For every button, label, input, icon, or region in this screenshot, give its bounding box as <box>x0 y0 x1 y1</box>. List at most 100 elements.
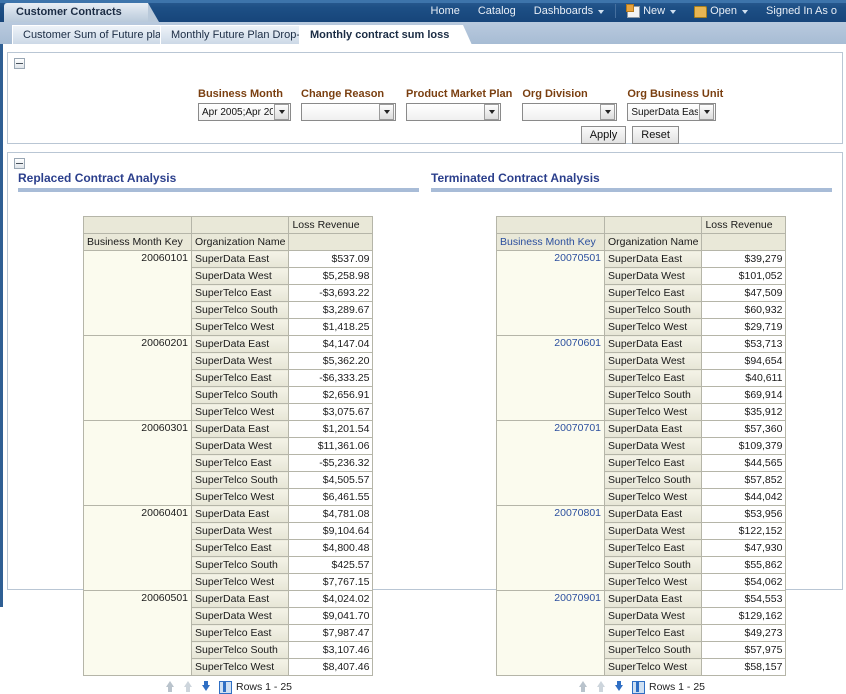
cell-loss-revenue: $57,975 <box>702 642 786 659</box>
cell-loss-revenue: $58,157 <box>702 659 786 676</box>
next-page-icon[interactable] <box>200 680 213 693</box>
prompt-org-division-label: Org Division <box>522 88 617 100</box>
cell-organization-name: SuperTelco West <box>192 404 289 421</box>
cell-business-month-key: 20060101 <box>84 251 192 336</box>
previous-page-icon[interactable] <box>595 680 608 693</box>
cell-organization-name: SuperData West <box>192 608 289 625</box>
cell-loss-revenue: $1,418.25 <box>289 319 373 336</box>
corner-blank-cell <box>497 217 605 234</box>
analysis-section: Replaced Contract Analysis Loss Revenue … <box>7 152 843 590</box>
cell-organization-name: SuperTelco East <box>192 370 289 387</box>
cell-organization-name: SuperData East <box>192 336 289 353</box>
chevron-down-icon <box>379 104 394 120</box>
column-header-organization-name: Organization Name <box>192 234 289 251</box>
new-page-icon <box>627 6 640 18</box>
pivot-table-replaced: Loss Revenue Business Month Key Organiza… <box>83 216 373 676</box>
column-header-row: Business Month Key Organization Name <box>84 234 373 251</box>
prompt-product-market-plan: Product Market Plan <box>406 88 512 121</box>
cell-loss-revenue: $425.57 <box>289 557 373 574</box>
cell-loss-revenue: $53,713 <box>702 336 786 353</box>
table-row: 20070901SuperData East$54,553 <box>497 591 786 608</box>
cell-organization-name: SuperData West <box>605 438 702 455</box>
product-market-plan-select[interactable] <box>406 103 501 121</box>
cell-business-month-key[interactable]: 20070901 <box>497 591 605 676</box>
cell-business-month-key[interactable]: 20070601 <box>497 336 605 421</box>
cell-organization-name: SuperTelco West <box>192 319 289 336</box>
cell-loss-revenue: $4,147.04 <box>289 336 373 353</box>
prompt-product-market-plan-label: Product Market Plan <box>406 88 512 100</box>
measure-header-row: Loss Revenue <box>497 217 786 234</box>
cell-loss-revenue: $3,289.67 <box>289 302 373 319</box>
cell-loss-revenue: $44,042 <box>702 489 786 506</box>
report-replaced-contract-analysis: Replaced Contract Analysis Loss Revenue … <box>8 171 425 693</box>
show-all-rows-icon[interactable] <box>218 680 231 693</box>
cell-organization-name: SuperTelco South <box>192 472 289 489</box>
cell-organization-name: SuperTelco South <box>192 302 289 319</box>
cell-loss-revenue: $3,107.46 <box>289 642 373 659</box>
tab-monthly-contract-sum-loss[interactable]: Monthly contract sum loss <box>299 25 463 45</box>
cell-loss-revenue: $49,273 <box>702 625 786 642</box>
nav-home[interactable]: Home <box>422 0 469 22</box>
measure-header-cell: Loss Revenue <box>702 217 786 234</box>
cell-organization-name: SuperTelco East <box>605 625 702 642</box>
cell-loss-revenue: $54,553 <box>702 591 786 608</box>
cell-organization-name: SuperTelco West <box>605 404 702 421</box>
org-business-unit-select[interactable]: SuperData East <box>627 103 716 121</box>
cell-loss-revenue: $54,062 <box>702 574 786 591</box>
report-columns: Replaced Contract Analysis Loss Revenue … <box>8 153 842 693</box>
nav-home-label: Home <box>431 0 460 22</box>
nav-signed-in-as-label: Signed In As o <box>766 0 837 22</box>
cell-organization-name: SuperData East <box>192 591 289 608</box>
cell-organization-name: SuperData East <box>192 251 289 268</box>
cell-loss-revenue: $53,956 <box>702 506 786 523</box>
cell-organization-name: SuperData West <box>605 353 702 370</box>
dashboard-name-tab[interactable]: Customer Contracts <box>4 3 148 22</box>
next-page-icon[interactable] <box>613 680 626 693</box>
global-header: Customer Contracts Home Catalog Dashboar… <box>0 0 846 23</box>
cell-organization-name: SuperData East <box>605 421 702 438</box>
nav-new-label: New <box>643 0 665 22</box>
global-nav: Home Catalog Dashboards New Open Signed … <box>422 0 846 22</box>
table-row: 20060101SuperData East$537.09 <box>84 251 373 268</box>
cell-loss-revenue: $5,258.98 <box>289 268 373 285</box>
cell-organization-name: SuperTelco West <box>192 574 289 591</box>
business-month-value: Apr 2005;Apr 20 <box>202 107 273 118</box>
nav-signed-in-as[interactable]: Signed In As o <box>757 0 846 22</box>
change-reason-select[interactable] <box>301 103 396 121</box>
cell-organization-name: SuperData East <box>192 421 289 438</box>
cell-loss-revenue: $57,360 <box>702 421 786 438</box>
nav-catalog[interactable]: Catalog <box>469 0 525 22</box>
first-page-icon[interactable] <box>164 680 177 693</box>
business-month-select[interactable]: Apr 2005;Apr 20 <box>198 103 291 121</box>
cell-organization-name: SuperTelco West <box>605 574 702 591</box>
cell-organization-name: SuperTelco South <box>192 387 289 404</box>
cell-loss-revenue: $3,075.67 <box>289 404 373 421</box>
table-row: 20070601SuperData East$53,713 <box>497 336 786 353</box>
cell-organization-name: SuperTelco West <box>605 659 702 676</box>
table-row: 20060201SuperData East$4,147.04 <box>84 336 373 353</box>
nav-open[interactable]: Open <box>685 0 757 22</box>
show-all-rows-icon[interactable] <box>631 680 644 693</box>
cell-organization-name: SuperTelco South <box>605 387 702 404</box>
cell-organization-name: SuperData West <box>605 523 702 540</box>
prompt-fields: Business Month Apr 2005;Apr 20 Change Re… <box>198 88 723 121</box>
org-division-select[interactable] <box>522 103 617 121</box>
reset-button[interactable]: Reset <box>632 126 679 144</box>
cell-business-month-key[interactable]: 20070801 <box>497 506 605 591</box>
previous-page-icon[interactable] <box>182 680 195 693</box>
cell-business-month-key[interactable]: 20070701 <box>497 421 605 506</box>
collapse-prompt-section-icon[interactable] <box>14 58 25 69</box>
nav-new[interactable]: New <box>618 0 685 22</box>
cell-organization-name: SuperData East <box>605 251 702 268</box>
collapse-analysis-section-icon[interactable] <box>14 158 25 169</box>
first-page-icon[interactable] <box>577 680 590 693</box>
open-folder-icon <box>694 6 707 18</box>
cell-loss-revenue: $2,656.91 <box>289 387 373 404</box>
nav-dashboards[interactable]: Dashboards <box>525 0 613 22</box>
column-header-business-month-key[interactable]: Business Month Key <box>497 234 605 251</box>
cell-loss-revenue: $29,719 <box>702 319 786 336</box>
prompt-business-month: Business Month Apr 2005;Apr 20 <box>198 88 291 121</box>
apply-button[interactable]: Apply <box>581 126 627 144</box>
cell-business-month-key[interactable]: 20070501 <box>497 251 605 336</box>
column-header-business-month-key: Business Month Key <box>84 234 192 251</box>
